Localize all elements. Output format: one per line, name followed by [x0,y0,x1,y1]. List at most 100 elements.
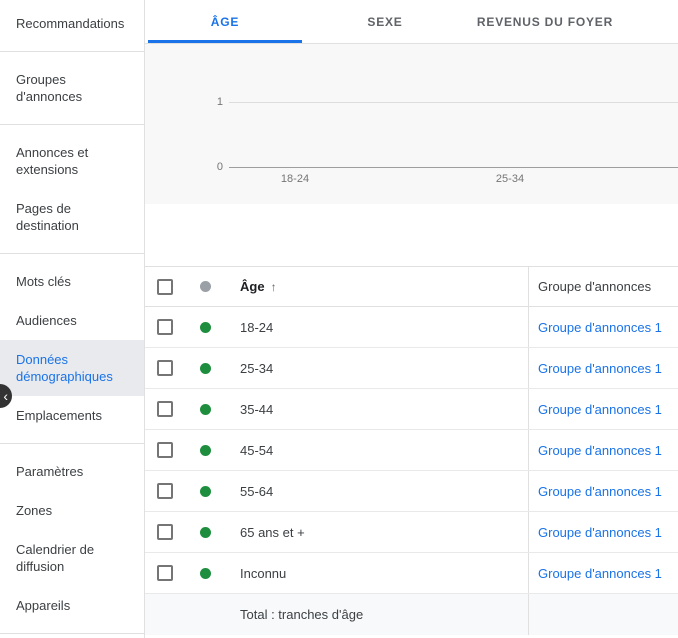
status-cell [185,553,225,593]
sidebar-divider [0,443,144,444]
tab-bar: ÂGE SEXE REVENUS DU FOYER [145,0,678,44]
table-row: 45-54 Groupe d'annonces 1 [145,430,678,471]
sidebar-item-audiences[interactable]: Audiences [0,301,144,340]
enabled-status-dot-icon [200,486,211,497]
sidebar-item-donnees-demographiques[interactable]: Données démographiques [0,340,144,396]
age-column-label: Âge [240,279,265,294]
ad-group-link[interactable]: Groupe d'annonces 1 [538,320,662,335]
chevron-left-icon: ‹ [3,389,8,403]
sidebar-item-pages-de-destination[interactable]: Pages de destination [0,189,144,245]
age-cell: 45-54 [225,430,528,470]
x-tick-label: 25-34 [496,173,524,185]
status-cell [185,512,225,552]
age-cell: 18-24 [225,307,528,347]
tab-sexe[interactable]: SEXE [305,0,465,43]
sidebar-item-emplacements[interactable]: Emplacements [0,396,144,435]
age-chart: 1 0 18-24 25-34 [145,44,678,204]
total-label-cell: Total : tranches d'âge [225,594,528,635]
row-checkbox[interactable] [157,524,173,540]
enabled-status-dot-icon [200,363,211,374]
ad-group-column-header[interactable]: Groupe d'annonces [528,267,678,306]
checkbox-cell [145,430,185,470]
checkbox-cell [145,471,185,511]
sidebar-item-groupes-annonces[interactable]: Groupes d'annonces [0,60,144,116]
enabled-status-dot-icon [200,445,211,456]
sidebar-item-recommandations[interactable]: Recommandations [0,4,144,43]
demographics-page: Recommandations Groupes d'annonces Annon… [0,0,678,638]
enabled-status-dot-icon [200,527,211,538]
checkbox-cell [145,348,185,388]
row-checkbox[interactable] [157,442,173,458]
sidebar-item-parametres[interactable]: Paramètres [0,452,144,491]
sidebar: Recommandations Groupes d'annonces Annon… [0,0,145,638]
sort-ascending-icon[interactable]: ↑ [271,280,277,294]
ad-group-link[interactable]: Groupe d'annonces 1 [538,361,662,376]
age-value: 25-34 [240,361,273,376]
total-label: Total : tranches d'âge [240,607,363,622]
sidebar-divider [0,253,144,254]
age-cell: 35-44 [225,389,528,429]
sidebar-divider [0,124,144,125]
table-row: 25-34 Groupe d'annonces 1 [145,348,678,389]
age-cell: 65 ans et + [225,512,528,552]
sidebar-item-zones[interactable]: Zones [0,491,144,530]
age-column-header[interactable]: Âge ↑ [225,267,528,306]
ad-group-cell: Groupe d'annonces 1 [528,512,678,552]
age-value: 55-64 [240,484,273,499]
empty-cell [528,594,678,635]
ad-group-cell: Groupe d'annonces 1 [528,389,678,429]
ad-group-link[interactable]: Groupe d'annonces 1 [538,566,662,581]
table-row: Inconnu Groupe d'annonces 1 [145,553,678,594]
sidebar-item-calendrier-de-diffusion[interactable]: Calendrier de diffusion [0,530,144,586]
age-value: Inconnu [240,566,286,581]
empty-cell [185,594,225,635]
table-row: 18-24 Groupe d'annonces 1 [145,307,678,348]
row-checkbox[interactable] [157,360,173,376]
sidebar-item-appareils[interactable]: Appareils [0,586,144,625]
total-row: Total : tranches d'âge [145,594,678,635]
table-row: 35-44 Groupe d'annonces 1 [145,389,678,430]
age-value: 45-54 [240,443,273,458]
age-value: 18-24 [240,320,273,335]
enabled-status-dot-icon [200,568,211,579]
status-cell [185,389,225,429]
ad-group-link[interactable]: Groupe d'annonces 1 [538,525,662,540]
row-checkbox[interactable] [157,401,173,417]
status-cell [185,430,225,470]
enabled-status-dot-icon [200,404,211,415]
checkbox-cell [145,553,185,593]
chart-gridline [229,102,678,103]
tab-revenus-du-foyer[interactable]: REVENUS DU FOYER [465,0,625,43]
enabled-status-dot-icon [200,322,211,333]
ad-group-link[interactable]: Groupe d'annonces 1 [538,402,662,417]
chart-table-spacer [145,204,678,266]
sidebar-divider [0,633,144,634]
ad-group-link[interactable]: Groupe d'annonces 1 [538,443,662,458]
empty-cell [145,594,185,635]
checkbox-cell [145,307,185,347]
x-tick-label: 18-24 [281,173,309,185]
ad-group-link[interactable]: Groupe d'annonces 1 [538,484,662,499]
status-cell [185,307,225,347]
sidebar-item-mots-cles[interactable]: Mots clés [0,262,144,301]
age-cell: Inconnu [225,553,528,593]
y-tick-label: 1 [203,96,223,108]
y-tick-label: 0 [203,161,223,173]
age-value: 65 ans et + [240,525,305,540]
table-row: 55-64 Groupe d'annonces 1 [145,471,678,512]
age-table: Âge ↑ Groupe d'annonces 18-24 Groupe d'a… [145,266,678,638]
age-cell: 25-34 [225,348,528,388]
tab-age[interactable]: ÂGE [145,0,305,43]
sidebar-divider [0,51,144,52]
status-cell [185,348,225,388]
header-checkbox-cell [145,267,185,306]
row-checkbox[interactable] [157,483,173,499]
sidebar-item-annonces-et-extensions[interactable]: Annonces et extensions [0,133,144,189]
ad-group-column-label: Groupe d'annonces [538,279,651,294]
ad-group-cell: Groupe d'annonces 1 [528,348,678,388]
row-checkbox[interactable] [157,319,173,335]
select-all-checkbox[interactable] [157,279,173,295]
table-row: 65 ans et + Groupe d'annonces 1 [145,512,678,553]
row-checkbox[interactable] [157,565,173,581]
status-dot-icon [200,281,211,292]
